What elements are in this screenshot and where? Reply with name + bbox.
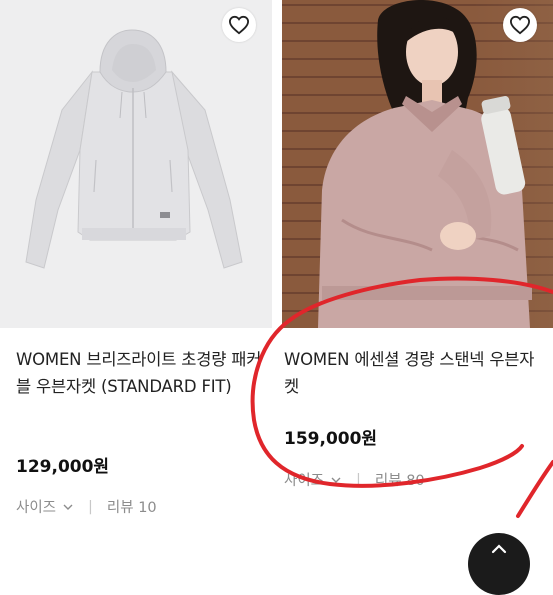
product-image-1[interactable]	[0, 0, 272, 328]
product-name-2[interactable]: WOMEN 에센셜 경량 스탠넥 우븐자켓	[284, 346, 546, 400]
product-meta-1: 사이즈 | 리뷰 10	[16, 496, 157, 517]
product-image-2[interactable]	[282, 0, 553, 328]
review-label-1[interactable]: 리뷰 10	[107, 496, 157, 517]
product-card-1[interactable]: WOMEN 브리즈라이트 초경량 패커블 우븐자켓 (STANDARD FIT)…	[0, 0, 272, 553]
chevron-down-icon[interactable]	[330, 474, 342, 486]
product-card-2[interactable]: WOMEN 에센셜 경량 스탠넥 우븐자켓 159,000원 사이즈 | 리뷰 …	[282, 0, 553, 553]
product-price-2: 159,000원	[284, 429, 378, 449]
wishlist-button-2[interactable]	[503, 8, 537, 42]
scroll-to-top-button[interactable]	[468, 533, 530, 595]
product-price-1: 129,000원	[16, 457, 110, 477]
size-label-2[interactable]: 사이즈	[284, 469, 324, 490]
review-label-2[interactable]: 리뷰 80	[375, 469, 425, 490]
size-label-1[interactable]: 사이즈	[16, 496, 56, 517]
meta-divider-2: |	[356, 471, 361, 488]
product-name-1[interactable]: WOMEN 브리즈라이트 초경량 패커블 우븐자켓 (STANDARD FIT)	[16, 346, 262, 400]
heart-icon	[228, 15, 250, 35]
meta-divider-1: |	[88, 498, 93, 515]
wishlist-button-1[interactable]	[222, 8, 256, 42]
jacket-illustration	[25, 29, 243, 269]
chevron-down-icon[interactable]	[62, 501, 74, 513]
model-illustration	[318, 0, 532, 328]
product-meta-2: 사이즈 | 리뷰 80	[284, 469, 425, 490]
heart-icon	[509, 15, 531, 35]
